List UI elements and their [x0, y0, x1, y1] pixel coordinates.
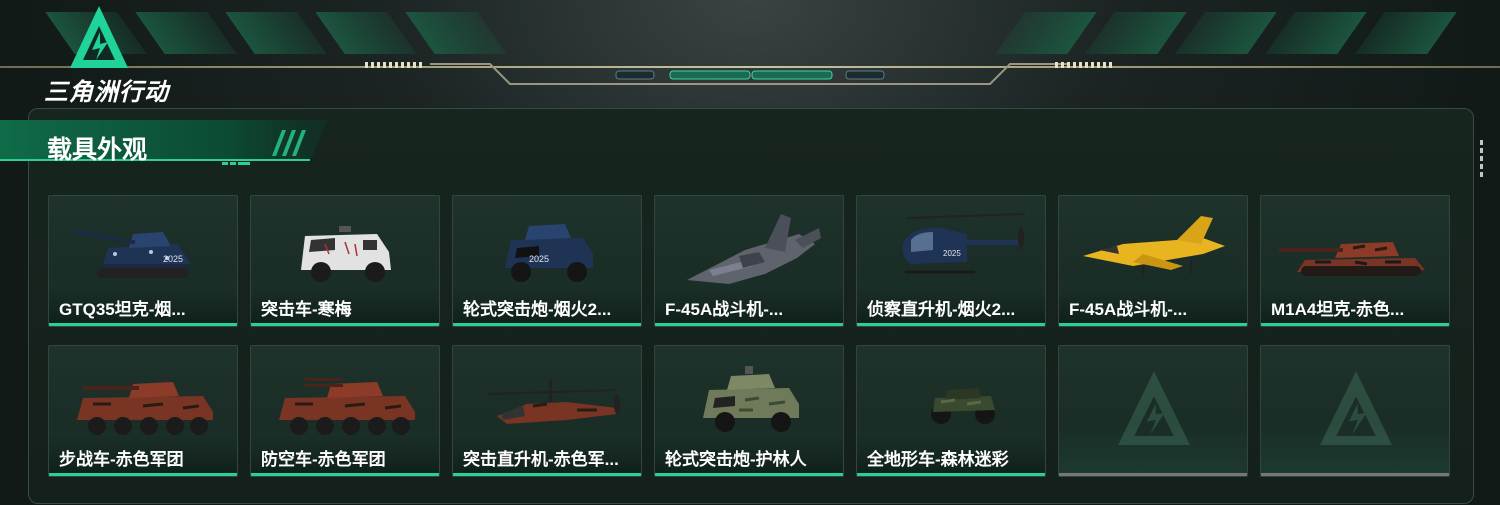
- card-accent-bar: [453, 473, 641, 476]
- skin-card[interactable]: 突击直升机-赤色军...: [452, 345, 642, 477]
- card-accent-bar: [49, 323, 237, 326]
- banner-chevron: [995, 12, 1097, 54]
- skin-card-label: 步战车-赤色军团: [59, 450, 184, 469]
- skin-card-label: 全地形车-森林迷彩: [867, 450, 1009, 469]
- card-accent-bar: [251, 473, 439, 476]
- logo-text: 三角洲行动: [44, 79, 169, 106]
- card-accent-bar: [655, 473, 843, 476]
- card-accent-bar: [1059, 323, 1247, 326]
- banner-hatch: [1055, 62, 1112, 68]
- svg-text:2025: 2025: [529, 254, 549, 264]
- skin-card[interactable]: 全地形车-森林迷彩: [856, 345, 1046, 477]
- skin-card-label: 防空车-赤色军团: [261, 450, 386, 469]
- card-accent-bar: [49, 473, 237, 476]
- wheeled-assault-gun-icon: 2025: [505, 224, 593, 282]
- skin-card[interactable]: 2025 轮式突击炮-烟火2...: [452, 195, 642, 327]
- banner-chevron: [405, 12, 507, 54]
- skin-card-label: 突击车-寒梅: [261, 300, 352, 319]
- skin-card[interactable]: 轮式突击炮-护林人: [654, 345, 844, 477]
- skin-card-label: F-45A战斗机-...: [1069, 300, 1188, 319]
- card-accent-bar: [251, 323, 439, 326]
- banner-chevron: [1265, 12, 1367, 54]
- assault-vehicle-icon: [301, 226, 391, 282]
- skin-card-label: GTQ35坦克-烟...: [59, 300, 186, 319]
- card-accent-bar: [1261, 323, 1449, 326]
- svg-text:2025: 2025: [943, 249, 961, 258]
- tank-icon: [1279, 242, 1425, 276]
- wheeled-assault-gun-icon: [703, 366, 799, 432]
- tank-icon: 2025: [73, 229, 193, 278]
- skin-card[interactable]: F-45A战斗机-...: [654, 195, 844, 327]
- banner-hatch: [365, 62, 422, 68]
- banner-chevron: [1175, 12, 1277, 54]
- card-accent-bar: [857, 323, 1045, 326]
- card-accent-bar: [1261, 473, 1449, 476]
- empty-skin-slot[interactable]: [1260, 345, 1450, 477]
- fighter-jet-icon: [687, 214, 821, 284]
- card-accent-bar: [857, 473, 1045, 476]
- skin-card[interactable]: 防空车-赤色军团: [250, 345, 440, 477]
- skin-card[interactable]: 2025 GTQ35坦克-烟...: [48, 195, 238, 327]
- ifv-icon: [77, 382, 213, 435]
- banner-chevron: [1355, 12, 1457, 54]
- skin-card-label: 侦察直升机-烟火2...: [867, 300, 1016, 319]
- skin-card-label: 轮式突击炮-护林人: [665, 450, 807, 469]
- card-accent-bar: [655, 323, 843, 326]
- banner-center-plate: [430, 63, 1070, 85]
- game-screen: 三角洲行动 载具外观 2025 GTQ35坦克-烟... 突击车-寒梅 2025…: [0, 0, 1500, 505]
- skin-card-label: 突击直升机-赤色军...: [463, 450, 619, 469]
- attack-helicopter-icon: [486, 380, 620, 424]
- banner-chevron: [1085, 12, 1187, 54]
- skin-card-label: 轮式突击炮-烟火2...: [463, 300, 612, 319]
- skin-card-label: M1A4坦克-赤色...: [1271, 300, 1405, 319]
- skin-card[interactable]: 2025 侦察直升机-烟火2...: [856, 195, 1046, 327]
- scrollbar[interactable]: [1480, 140, 1484, 180]
- svg-text:2025: 2025: [163, 254, 183, 264]
- card-accent-bar: [1059, 473, 1247, 476]
- card-accent-bar: [453, 323, 641, 326]
- skin-card-label: F-45A战斗机-...: [665, 300, 784, 319]
- skin-card[interactable]: M1A4坦克-赤色...: [1260, 195, 1450, 327]
- aa-vehicle-icon: [279, 378, 415, 435]
- empty-slot-icon: [1320, 371, 1392, 445]
- recon-helicopter-icon: 2025: [902, 213, 1026, 274]
- banner-chevron: [225, 12, 327, 54]
- empty-skin-slot[interactable]: [1058, 345, 1248, 477]
- panel-title: 载具外观: [47, 136, 148, 164]
- empty-slot-icon: [1118, 371, 1190, 445]
- skin-card[interactable]: F-45A战斗机-...: [1058, 195, 1248, 327]
- skin-card[interactable]: 突击车-寒梅: [250, 195, 440, 327]
- fighter-jet-icon: [1083, 216, 1225, 278]
- atv-icon: [931, 388, 995, 424]
- banner-chevron: [315, 12, 417, 54]
- skin-card[interactable]: 步战车-赤色军团: [48, 345, 238, 477]
